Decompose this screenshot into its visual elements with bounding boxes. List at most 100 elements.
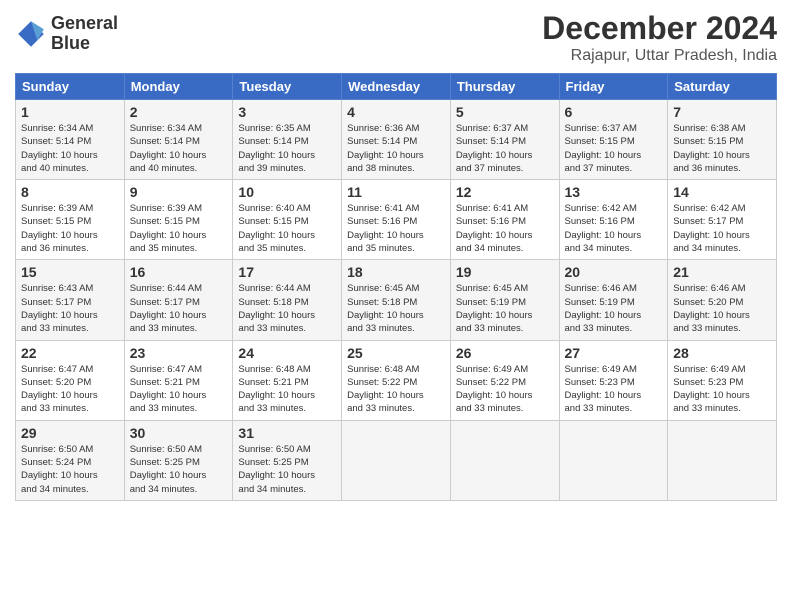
calendar-cell: 9 Sunrise: 6:39 AM Sunset: 5:15 PM Daylig… xyxy=(124,180,233,260)
day-number: 19 xyxy=(456,264,554,280)
logo-text: General Blue xyxy=(51,14,118,54)
logo: General Blue xyxy=(15,14,118,54)
day-info: Sunrise: 6:50 AM Sunset: 5:25 PM Dayligh… xyxy=(238,443,336,496)
day-number: 13 xyxy=(565,184,663,200)
day-number: 4 xyxy=(347,104,445,120)
calendar-cell: 18Sunrise: 6:45 AM Sunset: 5:18 PM Dayli… xyxy=(342,260,451,340)
calendar-cell: 30 Sunrise: 6:50 AM Sunset: 5:25 PM Dayli… xyxy=(124,420,233,500)
day-info: Sunrise: 6:42 AM Sunset: 5:17 PM Dayligh… xyxy=(673,202,771,255)
day-number: 5 xyxy=(456,104,554,120)
day-info: Sunrise: 6:46 AM Sunset: 5:20 PM Dayligh… xyxy=(673,282,771,335)
day-info: Sunrise: 6:40 AM Sunset: 5:15 PM Dayligh… xyxy=(238,202,336,255)
day-number: 9 xyxy=(130,184,228,200)
weekday-header-saturday: Saturday xyxy=(668,74,777,100)
day-info: Sunrise: 6:39 AM Sunset: 5:15 PM Dayligh… xyxy=(130,202,228,255)
logo-icon xyxy=(15,18,47,50)
day-number: 17 xyxy=(238,264,336,280)
calendar-cell xyxy=(342,420,451,500)
weekday-header-wednesday: Wednesday xyxy=(342,74,451,100)
calendar-cell: 25 Sunrise: 6:48 AM Sunset: 5:22 PM Dayli… xyxy=(342,340,451,420)
day-info: Sunrise: 6:34 AM Sunset: 5:14 PM Dayligh… xyxy=(130,122,228,175)
day-number: 31 xyxy=(238,425,336,441)
calendar-cell: 27 Sunrise: 6:49 AM Sunset: 5:23 PM Dayli… xyxy=(559,340,668,420)
day-info: Sunrise: 6:46 AM Sunset: 5:19 PM Dayligh… xyxy=(565,282,663,335)
calendar-cell: 22 Sunrise: 6:47 AM Sunset: 5:20 PM Dayli… xyxy=(16,340,125,420)
month-title: December 2024 xyxy=(542,10,777,47)
weekday-header-thursday: Thursday xyxy=(450,74,559,100)
calendar-cell xyxy=(668,420,777,500)
weekday-header-monday: Monday xyxy=(124,74,233,100)
header: General Blue December 2024 Rajapur, Utta… xyxy=(15,10,777,65)
day-info: Sunrise: 6:41 AM Sunset: 5:16 PM Dayligh… xyxy=(456,202,554,255)
day-number: 25 xyxy=(347,345,445,361)
day-info: Sunrise: 6:48 AM Sunset: 5:22 PM Dayligh… xyxy=(347,363,445,416)
day-info: Sunrise: 6:38 AM Sunset: 5:15 PM Dayligh… xyxy=(673,122,771,175)
calendar-week-row: 8 Sunrise: 6:39 AM Sunset: 5:15 PM Daylig… xyxy=(16,180,777,260)
day-info: Sunrise: 6:43 AM Sunset: 5:17 PM Dayligh… xyxy=(21,282,119,335)
calendar-cell: 15 Sunrise: 6:43 AM Sunset: 5:17 PM Dayli… xyxy=(16,260,125,340)
calendar-cell: 21 Sunrise: 6:46 AM Sunset: 5:20 PM Dayli… xyxy=(668,260,777,340)
calendar-cell: 26Sunrise: 6:49 AM Sunset: 5:22 PM Dayli… xyxy=(450,340,559,420)
day-number: 8 xyxy=(21,184,119,200)
calendar-week-row: 22 Sunrise: 6:47 AM Sunset: 5:20 PM Dayli… xyxy=(16,340,777,420)
calendar-cell: 13Sunrise: 6:42 AM Sunset: 5:16 PM Dayli… xyxy=(559,180,668,260)
calendar-week-row: 1 Sunrise: 6:34 AM Sunset: 5:14 PM Daylig… xyxy=(16,100,777,180)
day-number: 14 xyxy=(673,184,771,200)
weekday-header-sunday: Sunday xyxy=(16,74,125,100)
calendar-table: SundayMondayTuesdayWednesdayThursdayFrid… xyxy=(15,73,777,501)
day-number: 27 xyxy=(565,345,663,361)
day-info: Sunrise: 6:41 AM Sunset: 5:16 PM Dayligh… xyxy=(347,202,445,255)
calendar-cell: 4Sunrise: 6:36 AM Sunset: 5:14 PM Daylig… xyxy=(342,100,451,180)
calendar-cell: 8 Sunrise: 6:39 AM Sunset: 5:15 PM Daylig… xyxy=(16,180,125,260)
day-number: 24 xyxy=(238,345,336,361)
calendar-cell: 31 Sunrise: 6:50 AM Sunset: 5:25 PM Dayli… xyxy=(233,420,342,500)
day-number: 26 xyxy=(456,345,554,361)
day-info: Sunrise: 6:45 AM Sunset: 5:19 PM Dayligh… xyxy=(456,282,554,335)
calendar-cell: 12 Sunrise: 6:41 AM Sunset: 5:16 PM Dayli… xyxy=(450,180,559,260)
day-number: 12 xyxy=(456,184,554,200)
calendar-cell: 16Sunrise: 6:44 AM Sunset: 5:17 PM Dayli… xyxy=(124,260,233,340)
day-info: Sunrise: 6:49 AM Sunset: 5:23 PM Dayligh… xyxy=(565,363,663,416)
day-number: 20 xyxy=(565,264,663,280)
day-number: 6 xyxy=(565,104,663,120)
calendar-week-row: 29Sunrise: 6:50 AM Sunset: 5:24 PM Dayli… xyxy=(16,420,777,500)
calendar-cell: 19 Sunrise: 6:45 AM Sunset: 5:19 PM Dayli… xyxy=(450,260,559,340)
logo-line1: General xyxy=(51,13,118,33)
day-number: 7 xyxy=(673,104,771,120)
day-number: 10 xyxy=(238,184,336,200)
calendar-cell xyxy=(559,420,668,500)
day-info: Sunrise: 6:37 AM Sunset: 5:14 PM Dayligh… xyxy=(456,122,554,175)
day-info: Sunrise: 6:37 AM Sunset: 5:15 PM Dayligh… xyxy=(565,122,663,175)
day-info: Sunrise: 6:49 AM Sunset: 5:23 PM Dayligh… xyxy=(673,363,771,416)
weekday-header-row: SundayMondayTuesdayWednesdayThursdayFrid… xyxy=(16,74,777,100)
calendar-cell: 3Sunrise: 6:35 AM Sunset: 5:14 PM Daylig… xyxy=(233,100,342,180)
calendar-cell: 6 Sunrise: 6:37 AM Sunset: 5:15 PM Daylig… xyxy=(559,100,668,180)
day-number: 22 xyxy=(21,345,119,361)
day-info: Sunrise: 6:47 AM Sunset: 5:20 PM Dayligh… xyxy=(21,363,119,416)
calendar-cell: 14 Sunrise: 6:42 AM Sunset: 5:17 PM Dayli… xyxy=(668,180,777,260)
title-block: December 2024 Rajapur, Uttar Pradesh, In… xyxy=(542,10,777,65)
day-info: Sunrise: 6:47 AM Sunset: 5:21 PM Dayligh… xyxy=(130,363,228,416)
location-title: Rajapur, Uttar Pradesh, India xyxy=(542,47,777,65)
day-number: 18 xyxy=(347,264,445,280)
calendar-cell xyxy=(450,420,559,500)
day-info: Sunrise: 6:50 AM Sunset: 5:25 PM Dayligh… xyxy=(130,443,228,496)
day-number: 1 xyxy=(21,104,119,120)
day-info: Sunrise: 6:50 AM Sunset: 5:24 PM Dayligh… xyxy=(21,443,119,496)
day-info: Sunrise: 6:39 AM Sunset: 5:15 PM Dayligh… xyxy=(21,202,119,255)
day-number: 21 xyxy=(673,264,771,280)
day-number: 2 xyxy=(130,104,228,120)
day-info: Sunrise: 6:48 AM Sunset: 5:21 PM Dayligh… xyxy=(238,363,336,416)
calendar-cell: 5 Sunrise: 6:37 AM Sunset: 5:14 PM Daylig… xyxy=(450,100,559,180)
day-number: 30 xyxy=(130,425,228,441)
weekday-header-tuesday: Tuesday xyxy=(233,74,342,100)
calendar-cell: 2 Sunrise: 6:34 AM Sunset: 5:14 PM Daylig… xyxy=(124,100,233,180)
day-info: Sunrise: 6:44 AM Sunset: 5:17 PM Dayligh… xyxy=(130,282,228,335)
day-info: Sunrise: 6:44 AM Sunset: 5:18 PM Dayligh… xyxy=(238,282,336,335)
calendar-cell: 20 Sunrise: 6:46 AM Sunset: 5:19 PM Dayli… xyxy=(559,260,668,340)
day-number: 15 xyxy=(21,264,119,280)
calendar-cell: 7 Sunrise: 6:38 AM Sunset: 5:15 PM Daylig… xyxy=(668,100,777,180)
weekday-header-friday: Friday xyxy=(559,74,668,100)
day-number: 11 xyxy=(347,184,445,200)
day-number: 23 xyxy=(130,345,228,361)
